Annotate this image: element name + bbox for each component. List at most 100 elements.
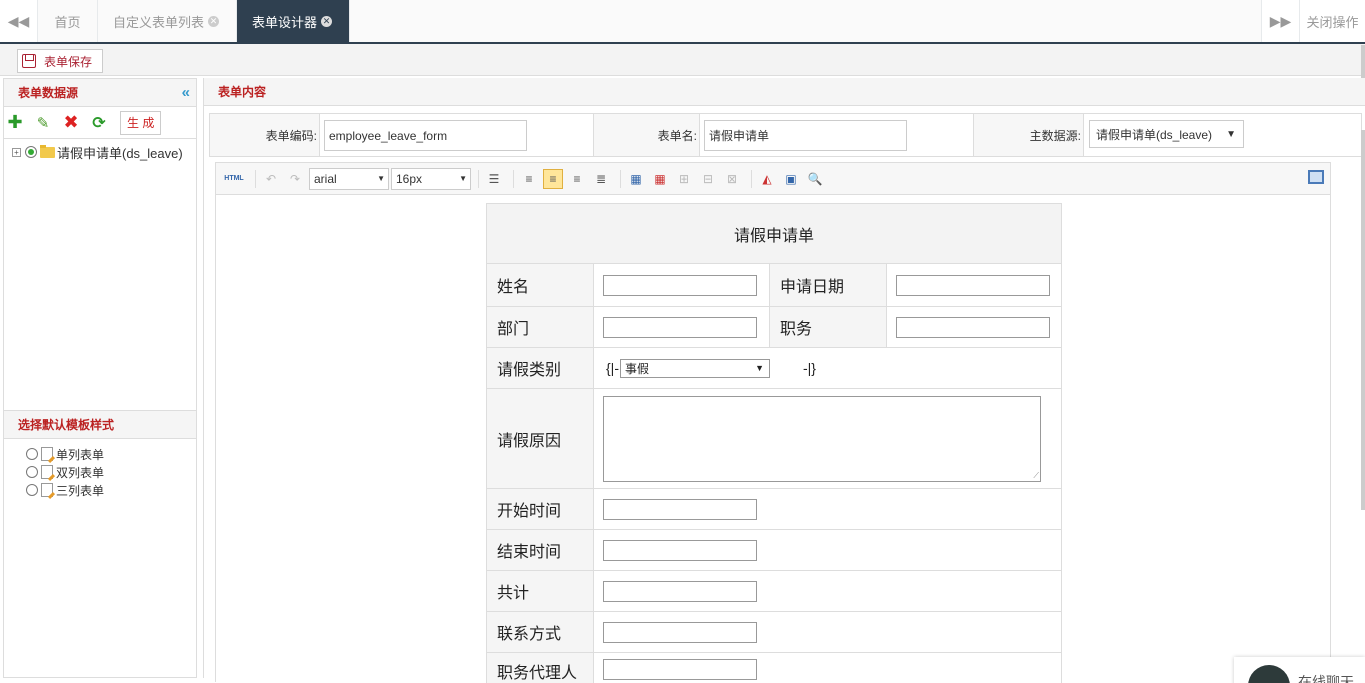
tab-designer-label: 表单设计器 [252, 14, 318, 30]
leave-type-select[interactable]: 事假 ▼ [619, 358, 770, 378]
collapse-left-icon[interactable]: « [182, 84, 190, 101]
expand-icon[interactable]: + [12, 147, 21, 157]
form-canvas[interactable]: 请假申请单 姓名 申请日期 部门 职务 请假类别 {|- 事假 ▼ -|} 请假… [216, 195, 1330, 683]
editor-toolbar: HTML ↶ ↷ arial ▼ 16px ▼ ☰ ≡ ≡ ≡ ≣ ▦ ▦ ⊞ … [216, 163, 1330, 195]
tab-home[interactable]: 首页 [38, 0, 98, 42]
separator [478, 169, 479, 188]
font-family-select[interactable]: arial ▼ [309, 167, 389, 190]
separator [751, 169, 752, 188]
end-time-label: 结束时间 [486, 529, 594, 571]
separator [620, 169, 621, 188]
agent-input[interactable] [603, 659, 757, 680]
tab-form-list-label: 自定义表单列表 [113, 14, 205, 30]
tree-item[interactable]: + 请假申请单(ds_leave) [12, 143, 196, 161]
form-code-label: 表单编码: [265, 128, 317, 143]
font-family-value: arial [314, 171, 337, 186]
edit-icon[interactable]: ✎ [34, 114, 52, 132]
dept-cell [593, 306, 770, 348]
close-operations-button[interactable]: 关闭操作 [1299, 0, 1365, 42]
dropdown-arrow-icon: ▼ [377, 174, 385, 183]
radio-icon[interactable] [26, 484, 38, 496]
preview-icon[interactable]: ▣ [781, 169, 801, 189]
main-datasource-cell: 请假申请单(ds_leave) ▼ [1083, 114, 1361, 156]
chat-avatar-icon [1248, 665, 1290, 683]
fullscreen-icon[interactable] [1308, 170, 1324, 184]
insert-row-icon[interactable]: ⊞ [674, 169, 694, 189]
merge-cells-icon[interactable]: ⊠ [722, 169, 742, 189]
align-justify-icon[interactable]: ≣ [591, 169, 611, 189]
reason-label: 请假原因 [486, 388, 594, 489]
undo-icon[interactable]: ↶ [261, 169, 281, 189]
redo-icon[interactable]: ↷ [285, 169, 305, 189]
leave-type-wrap: {|- 事假 ▼ -|} [594, 358, 1061, 378]
template-header: 选择默认模板样式 [4, 410, 196, 439]
right-panel: 表单内容 表单编码: employee_leave_form 表单名: 请假申请… [203, 78, 1365, 683]
main-toolbar: 表单保存 [0, 44, 1365, 76]
agent-cell [593, 652, 1062, 683]
font-size-select[interactable]: 16px ▼ [391, 167, 471, 190]
main-datasource-label: 主数据源: [973, 114, 1081, 156]
radio-selected-icon[interactable] [25, 146, 37, 158]
delete-table-icon[interactable]: ▦ [650, 169, 670, 189]
refresh-icon[interactable]: ⟳ [90, 114, 108, 132]
name-input[interactable] [603, 274, 757, 296]
form-name-label: 表单名: [593, 114, 697, 156]
dept-label: 部门 [486, 306, 594, 348]
end-time-input[interactable] [603, 539, 757, 561]
align-right-icon[interactable]: ≡ [567, 169, 587, 189]
insert-col-icon[interactable]: ⊟ [698, 169, 718, 189]
align-center-icon[interactable]: ≡ [543, 168, 563, 189]
reason-cell [593, 388, 1062, 489]
leave-type-label: 请假类别 [486, 347, 594, 389]
total-input[interactable] [603, 580, 757, 602]
apply-date-input[interactable] [896, 274, 1050, 296]
generate-button[interactable]: 生 成 [120, 110, 162, 135]
tab-next-button[interactable]: ▶▶ [1261, 0, 1299, 42]
form-properties: 表单编码: employee_leave_form 表单名: 请假申请单 主数据… [209, 113, 1362, 157]
form-code-input[interactable]: employee_leave_form [324, 120, 527, 151]
apply-date-label: 申请日期 [769, 263, 887, 307]
contact-input[interactable] [603, 621, 757, 643]
tab-form-designer[interactable]: 表单设计器 ✕ [237, 0, 350, 42]
datasource-tree: + 请假申请单(ds_leave) [4, 139, 196, 161]
html-source-button[interactable]: HTML [222, 169, 246, 189]
main-datasource-value: 请假申请单(ds_leave) [1096, 127, 1213, 142]
delete-icon[interactable]: ✖ [62, 112, 80, 132]
add-icon[interactable]: ✚ [6, 112, 24, 132]
insert-table-icon[interactable]: ▦ [626, 169, 646, 189]
template-option[interactable]: 单列表单 [26, 445, 104, 463]
form-name-input[interactable]: 请假申请单 [704, 120, 907, 151]
dept-input[interactable] [603, 316, 757, 338]
main-datasource-select[interactable]: 请假申请单(ds_leave) ▼ [1089, 120, 1244, 148]
leave-type-suffix: -|} [802, 360, 816, 376]
radio-icon[interactable] [26, 448, 38, 460]
datasource-tools: ✚ ✎ ✖ ⟳ 生 成 [4, 107, 196, 139]
double-right-arrow-icon: ▶▶ [1269, 12, 1292, 29]
save-form-button[interactable]: 表单保存 [17, 49, 103, 73]
form-code-cell: employee_leave_form [319, 114, 593, 156]
rich-text-editor: HTML ↶ ↷ arial ▼ 16px ▼ ☰ ≡ ≡ ≡ ≣ ▦ ▦ ⊞ … [215, 162, 1331, 683]
close-tab-icon[interactable]: ✕ [321, 15, 333, 27]
position-input[interactable] [896, 316, 1050, 338]
folder-icon [40, 144, 55, 158]
start-time-input[interactable] [603, 498, 757, 520]
shape-icon[interactable]: ◭ [757, 169, 777, 189]
online-chat-widget[interactable]: 在线聊天 [1234, 657, 1365, 683]
template-option[interactable]: 三列表单 [26, 481, 104, 499]
indent-icon[interactable]: ☰ [484, 169, 504, 189]
tab-prev-button[interactable]: ◀◀ [0, 0, 38, 42]
template-option[interactable]: 双列表单 [26, 463, 104, 481]
radio-icon[interactable] [26, 466, 38, 478]
reason-textarea[interactable] [603, 395, 1041, 482]
search-icon[interactable]: 🔍 [805, 169, 825, 189]
document-icon [41, 483, 53, 497]
tab-form-list[interactable]: 自定义表单列表 ✕ [98, 0, 237, 42]
form-content-header: 表单内容 [204, 78, 1365, 106]
align-left-icon[interactable]: ≡ [519, 169, 539, 189]
dropdown-arrow-icon: ▼ [1226, 128, 1236, 140]
close-tab-icon[interactable]: ✕ [208, 15, 220, 27]
scrollbar[interactable] [1361, 130, 1365, 510]
tab-home-label: 首页 [54, 14, 81, 30]
leave-type-cell: {|- 事假 ▼ -|} [593, 347, 1062, 389]
agent-label: 职务代理人 [486, 652, 594, 683]
